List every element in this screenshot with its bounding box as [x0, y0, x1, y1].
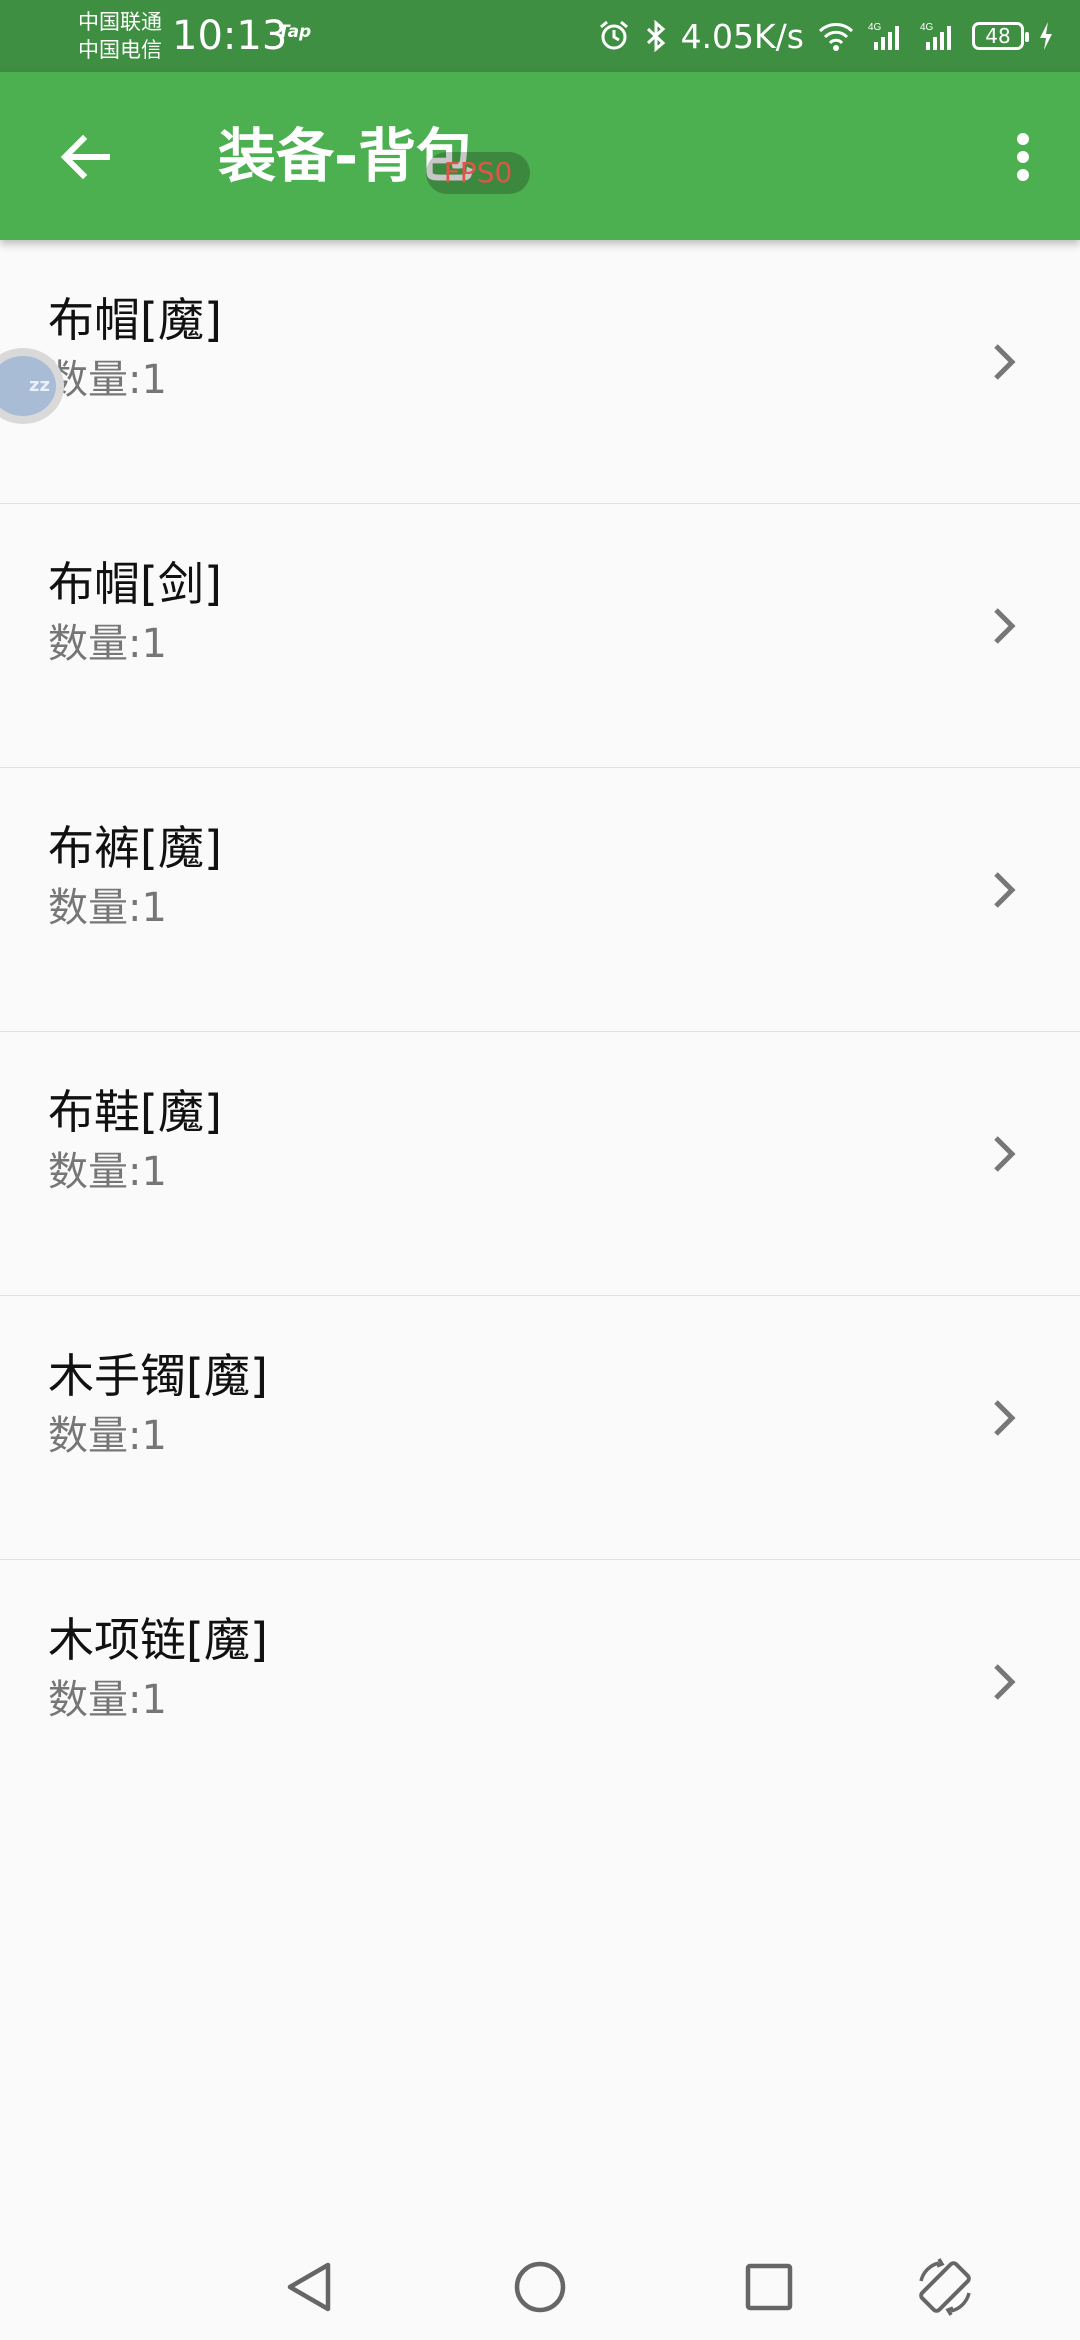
carrier-top: 中国联通 — [78, 10, 162, 34]
item-name: 木手镯[魔] — [48, 1349, 268, 1403]
status-time: 10:13 — [172, 13, 288, 59]
app-bar: 装备-背包 FPS0 — [0, 72, 1080, 240]
list-item[interactable]: 布裤[魔] 数量:1 — [0, 768, 1080, 1032]
chevron-right-icon — [994, 1136, 1016, 1172]
triangle-back-icon — [287, 2262, 331, 2312]
item-name: 木项链[魔] — [48, 1613, 268, 1667]
alarm-icon — [597, 19, 631, 53]
circle-home-icon — [514, 2261, 566, 2313]
list-item[interactable]: 木手镯[魔] 数量:1 — [0, 1296, 1080, 1560]
item-quantity: 数量:1 — [48, 1677, 167, 1723]
battery-indicator: 48 — [972, 22, 1029, 50]
item-quantity: 数量:1 — [48, 1413, 167, 1459]
nav-home-button[interactable] — [505, 2252, 575, 2322]
chevron-right-icon — [994, 344, 1016, 380]
item-name: 布帽[魔] — [48, 293, 222, 347]
list-item[interactable]: 布帽[剑] 数量:1 — [0, 504, 1080, 768]
chevron-right-icon — [994, 1400, 1016, 1436]
signal-4g-icon: 4G — [920, 20, 958, 52]
list-item[interactable]: 木项链[魔] 数量:1 — [0, 1560, 1080, 1824]
rotate-screen-button[interactable] — [910, 2252, 980, 2322]
chevron-right-icon — [994, 1664, 1016, 1700]
chevron-right-icon — [994, 872, 1016, 908]
more-options-button[interactable] — [988, 112, 1058, 202]
net-speed: 4.05K/s — [680, 16, 804, 56]
fps-badge: FPS0 — [426, 152, 530, 194]
item-quantity: 数量:1 — [48, 885, 167, 931]
status-icons: 4.05K/s 4G 4G 48 — [597, 14, 1054, 58]
item-quantity: 数量:1 — [48, 1149, 167, 1195]
item-name: 布鞋[魔] — [48, 1085, 222, 1139]
carrier-info: 中国联通 中国电信 — [78, 8, 162, 64]
charging-icon — [1038, 21, 1054, 51]
carrier-bottom: 中国电信 — [78, 38, 162, 62]
equipment-list: 布帽[魔] 数量:1 布帽[剑] 数量:1 布裤[魔] 数量:1 布鞋[魔] 数… — [0, 240, 1080, 1824]
arrow-back-icon — [60, 134, 110, 180]
nav-recents-button[interactable] — [734, 2252, 804, 2322]
svg-text:4G: 4G — [920, 22, 934, 33]
svg-text:4G: 4G — [868, 22, 882, 33]
item-quantity: 数量:1 — [48, 357, 167, 403]
more-vert-icon — [1017, 133, 1029, 181]
nav-back-button[interactable] — [274, 2252, 344, 2322]
list-item[interactable]: 布帽[魔] 数量:1 — [0, 240, 1080, 504]
chevron-right-icon — [994, 608, 1016, 644]
list-item[interactable]: 布鞋[魔] 数量:1 — [0, 1032, 1080, 1296]
screen-rotation-icon — [919, 2258, 971, 2316]
item-name: 布裤[魔] — [48, 821, 222, 875]
back-button[interactable] — [40, 112, 130, 202]
bluetooth-icon — [645, 19, 667, 53]
status-bar: 中国联通 中国电信 10:13 Tap 4.05K/s 4G 4G 48 — [0, 0, 1080, 72]
square-recents-icon — [745, 2263, 793, 2311]
wifi-icon — [818, 21, 854, 51]
tap-label: Tap — [278, 22, 312, 42]
signal-4g-icon: 4G — [868, 20, 906, 52]
item-quantity: 数量:1 — [48, 621, 167, 667]
navigation-bar — [0, 2230, 1080, 2340]
item-name: 布帽[剑] — [48, 557, 222, 611]
